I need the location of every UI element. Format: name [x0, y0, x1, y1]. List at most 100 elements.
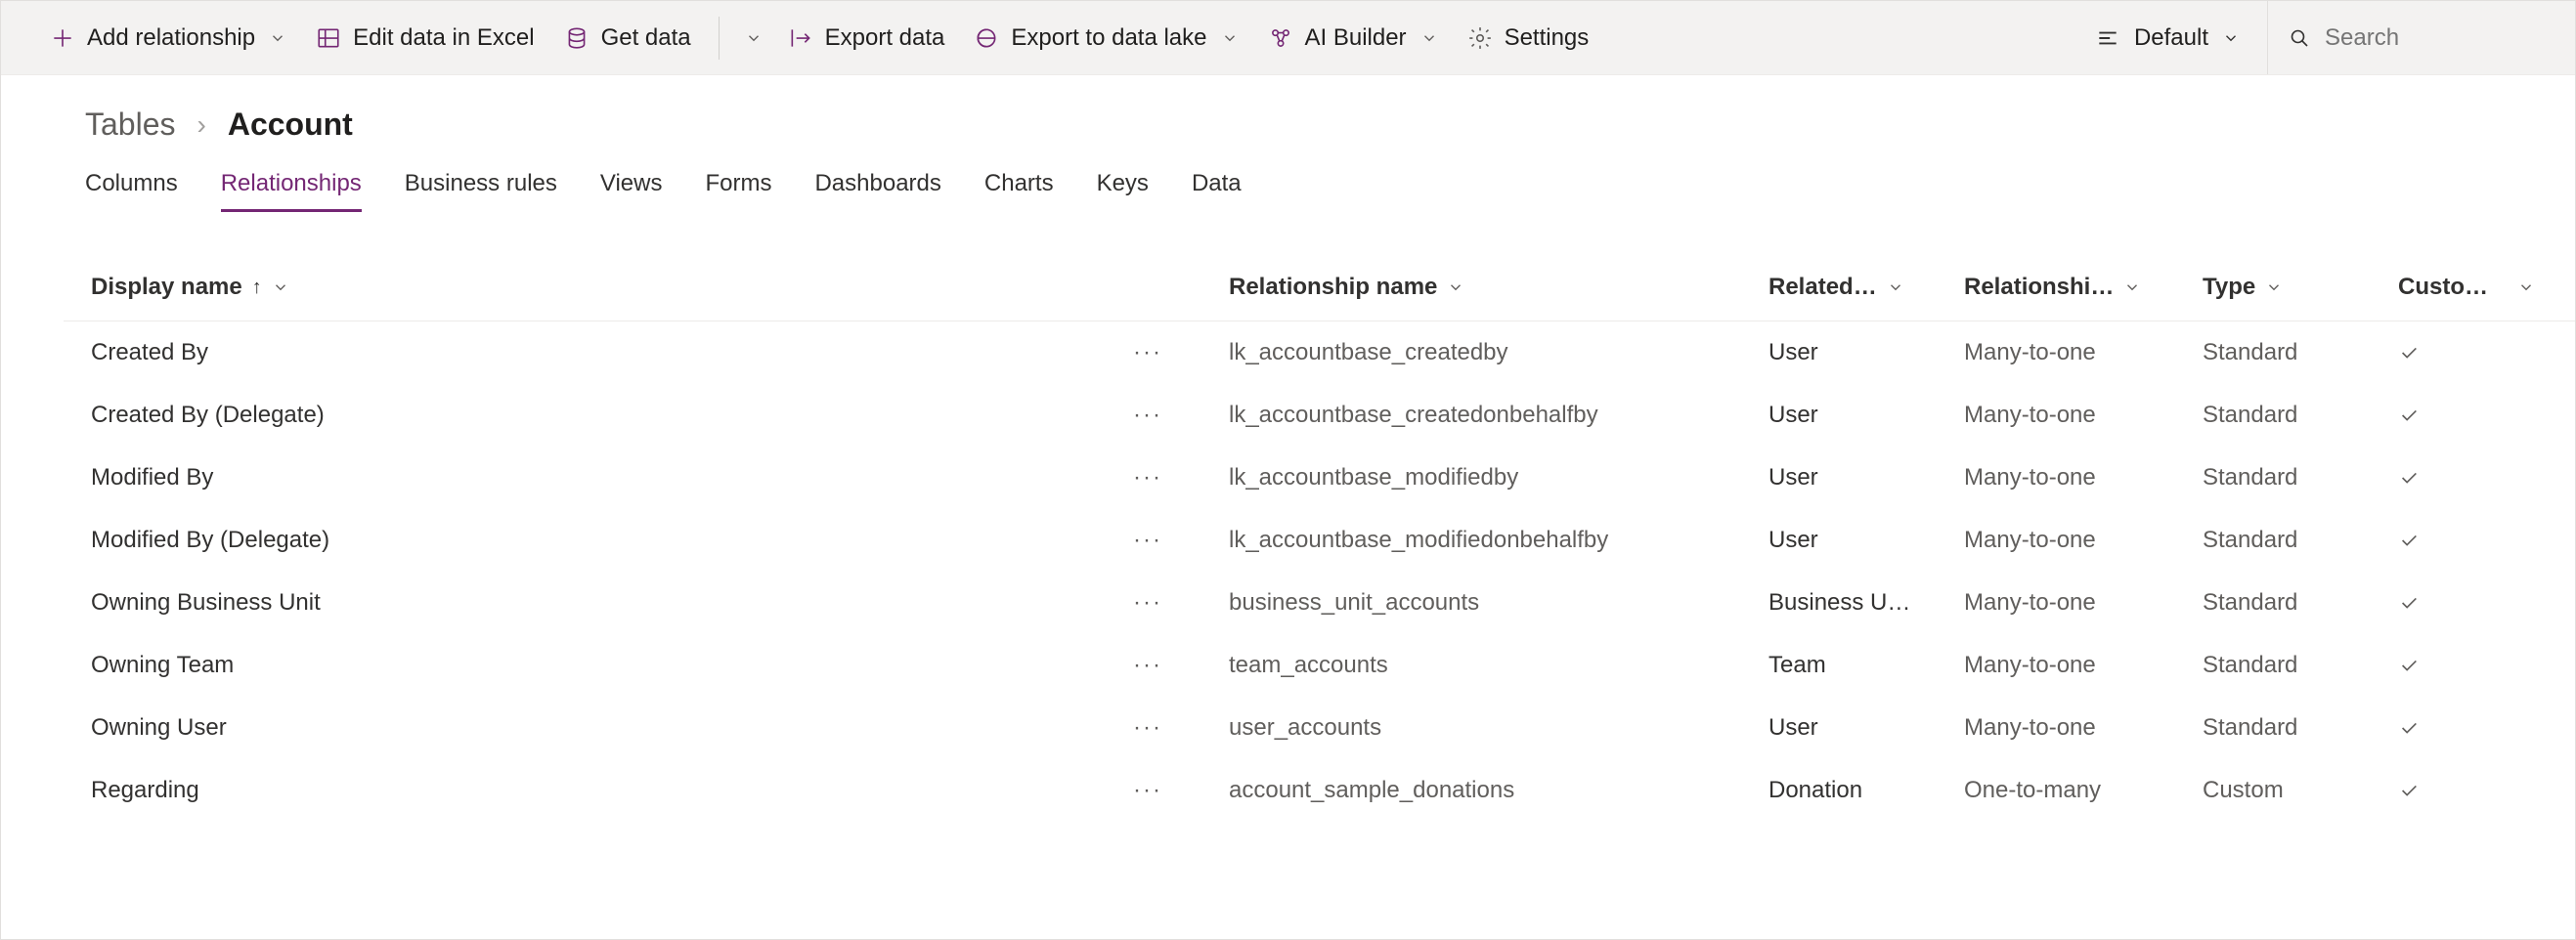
cell-related: User [1768, 402, 1964, 429]
tab-dashboards[interactable]: Dashboards [814, 170, 940, 212]
view-selector[interactable]: Default [2085, 19, 2249, 58]
more-actions-button[interactable]: ··· [1125, 527, 1170, 554]
add-relationship-button[interactable]: Add relationship [44, 19, 292, 58]
list-icon [2095, 25, 2120, 51]
chevron-down-icon [745, 29, 763, 47]
cell-relationship-type: Many-to-one [1964, 339, 2203, 366]
tab-forms[interactable]: Forms [705, 170, 771, 212]
col-related[interactable]: Related… [1768, 274, 1964, 301]
cell-relationship-name: business_unit_accounts [1229, 589, 1768, 617]
tab-charts[interactable]: Charts [984, 170, 1054, 212]
cell-relationship-name: user_accounts [1229, 714, 1768, 742]
tab-business-rules[interactable]: Business rules [405, 170, 557, 212]
gear-icon [1467, 25, 1493, 51]
col-custom[interactable]: Custom… [2398, 274, 2535, 301]
cell-display-name: Modified By [91, 464, 213, 491]
tabs: Columns Relationships Business rules Vie… [1, 160, 2575, 213]
cell-related: Team [1768, 652, 1964, 679]
cell-relationship-type: One-to-many [1964, 777, 2203, 804]
cell-relationship-name: team_accounts [1229, 652, 1768, 679]
cell-display-name: Created By [91, 339, 208, 366]
table-row[interactable]: Created By (Delegate) ··· lk_accountbase… [64, 384, 2575, 447]
plus-icon [50, 25, 75, 51]
cell-related: User [1768, 714, 1964, 742]
chevron-down-icon [2123, 278, 2141, 296]
cell-relationship-type: Many-to-one [1964, 527, 2203, 554]
table-row[interactable]: Created By ··· lk_accountbase_createdby … [64, 321, 2575, 384]
cell-display-name: Owning Team [91, 652, 234, 679]
chevron-down-icon [1887, 278, 1904, 296]
tab-keys[interactable]: Keys [1097, 170, 1149, 212]
data-lake-icon [974, 25, 999, 51]
search-icon [2288, 26, 2311, 50]
cell-type: Standard [2203, 527, 2398, 554]
breadcrumb: Tables › Account [1, 75, 2575, 160]
settings-label: Settings [1505, 24, 1590, 52]
cell-display-name: Modified By (Delegate) [91, 527, 329, 554]
chevron-down-icon [1420, 29, 1438, 47]
cell-display-name: Owning User [91, 714, 227, 742]
more-actions-button[interactable]: ··· [1125, 339, 1170, 366]
checkmark-icon [2398, 655, 2535, 676]
tab-columns[interactable]: Columns [85, 170, 178, 212]
more-actions-button[interactable]: ··· [1125, 652, 1170, 679]
table-row[interactable]: Regarding ··· account_sample_donations D… [64, 759, 2575, 822]
search-input[interactable] [2325, 24, 2520, 52]
more-actions-button[interactable]: ··· [1125, 589, 1170, 617]
ai-builder-button[interactable]: AI Builder [1262, 19, 1444, 58]
get-data-dropdown[interactable] [741, 23, 764, 53]
get-data-label: Get data [601, 24, 691, 52]
breadcrumb-parent[interactable]: Tables [85, 107, 176, 143]
ai-builder-label: AI Builder [1305, 24, 1407, 52]
cell-type: Standard [2203, 652, 2398, 679]
checkmark-icon [2398, 592, 2535, 614]
tab-data[interactable]: Data [1192, 170, 1242, 212]
export-data-lake-label: Export to data lake [1011, 24, 1206, 52]
export-data-button[interactable]: Export data [782, 19, 951, 58]
tab-views[interactable]: Views [600, 170, 663, 212]
ai-builder-icon [1268, 25, 1293, 51]
table-row[interactable]: Owning Business Unit ··· business_unit_a… [64, 572, 2575, 634]
view-label: Default [2134, 24, 2208, 52]
database-icon [564, 25, 589, 51]
cell-related: User [1768, 527, 1964, 554]
tab-relationships[interactable]: Relationships [221, 170, 362, 212]
col-relationship-name[interactable]: Relationship name [1229, 274, 1768, 301]
cell-related: User [1768, 339, 1964, 366]
edit-in-excel-button[interactable]: Edit data in Excel [310, 19, 540, 58]
col-display-name[interactable]: Display name ↑ [91, 274, 1229, 301]
more-actions-button[interactable]: ··· [1125, 777, 1170, 804]
col-relationship-type[interactable]: Relationshi… [1964, 274, 2203, 301]
edit-excel-label: Edit data in Excel [353, 24, 534, 52]
cell-relationship-name: account_sample_donations [1229, 777, 1768, 804]
chevron-down-icon [2222, 29, 2240, 47]
get-data-button[interactable]: Get data [558, 19, 697, 58]
cell-relationship-type: Many-to-one [1964, 402, 2203, 429]
relationships-grid: Display name ↑ Relationship name Related… [1, 213, 2575, 822]
cell-relationship-type: Many-to-one [1964, 464, 2203, 491]
command-bar: Add relationship Edit data in Excel Get … [1, 1, 2575, 75]
table-row[interactable]: Modified By ··· lk_accountbase_modifiedb… [64, 447, 2575, 509]
more-actions-button[interactable]: ··· [1125, 402, 1170, 429]
export-data-lake-button[interactable]: Export to data lake [968, 19, 1244, 58]
cell-type: Standard [2203, 714, 2398, 742]
cell-relationship-name: lk_accountbase_modifiedby [1229, 464, 1768, 491]
cell-relationship-name: lk_accountbase_modifiedonbehalfby [1229, 527, 1768, 554]
cell-type: Standard [2203, 339, 2398, 366]
more-actions-button[interactable]: ··· [1125, 714, 1170, 742]
cell-display-name: Created By (Delegate) [91, 402, 325, 429]
cell-type: Standard [2203, 464, 2398, 491]
table-row[interactable]: Modified By (Delegate) ··· lk_accountbas… [64, 509, 2575, 572]
chevron-right-icon: › [197, 109, 206, 141]
more-actions-button[interactable]: ··· [1125, 464, 1170, 491]
checkmark-icon [2398, 342, 2535, 363]
checkmark-icon [2398, 717, 2535, 739]
grid-header: Display name ↑ Relationship name Related… [64, 274, 2575, 321]
table-row[interactable]: Owning Team ··· team_accounts Team Many-… [64, 634, 2575, 697]
table-row[interactable]: Owning User ··· user_accounts User Many-… [64, 697, 2575, 759]
col-type[interactable]: Type [2203, 274, 2398, 301]
settings-button[interactable]: Settings [1462, 19, 1595, 58]
sort-asc-icon: ↑ [252, 277, 262, 299]
cell-relationship-type: Many-to-one [1964, 714, 2203, 742]
search-box[interactable] [2267, 1, 2540, 74]
